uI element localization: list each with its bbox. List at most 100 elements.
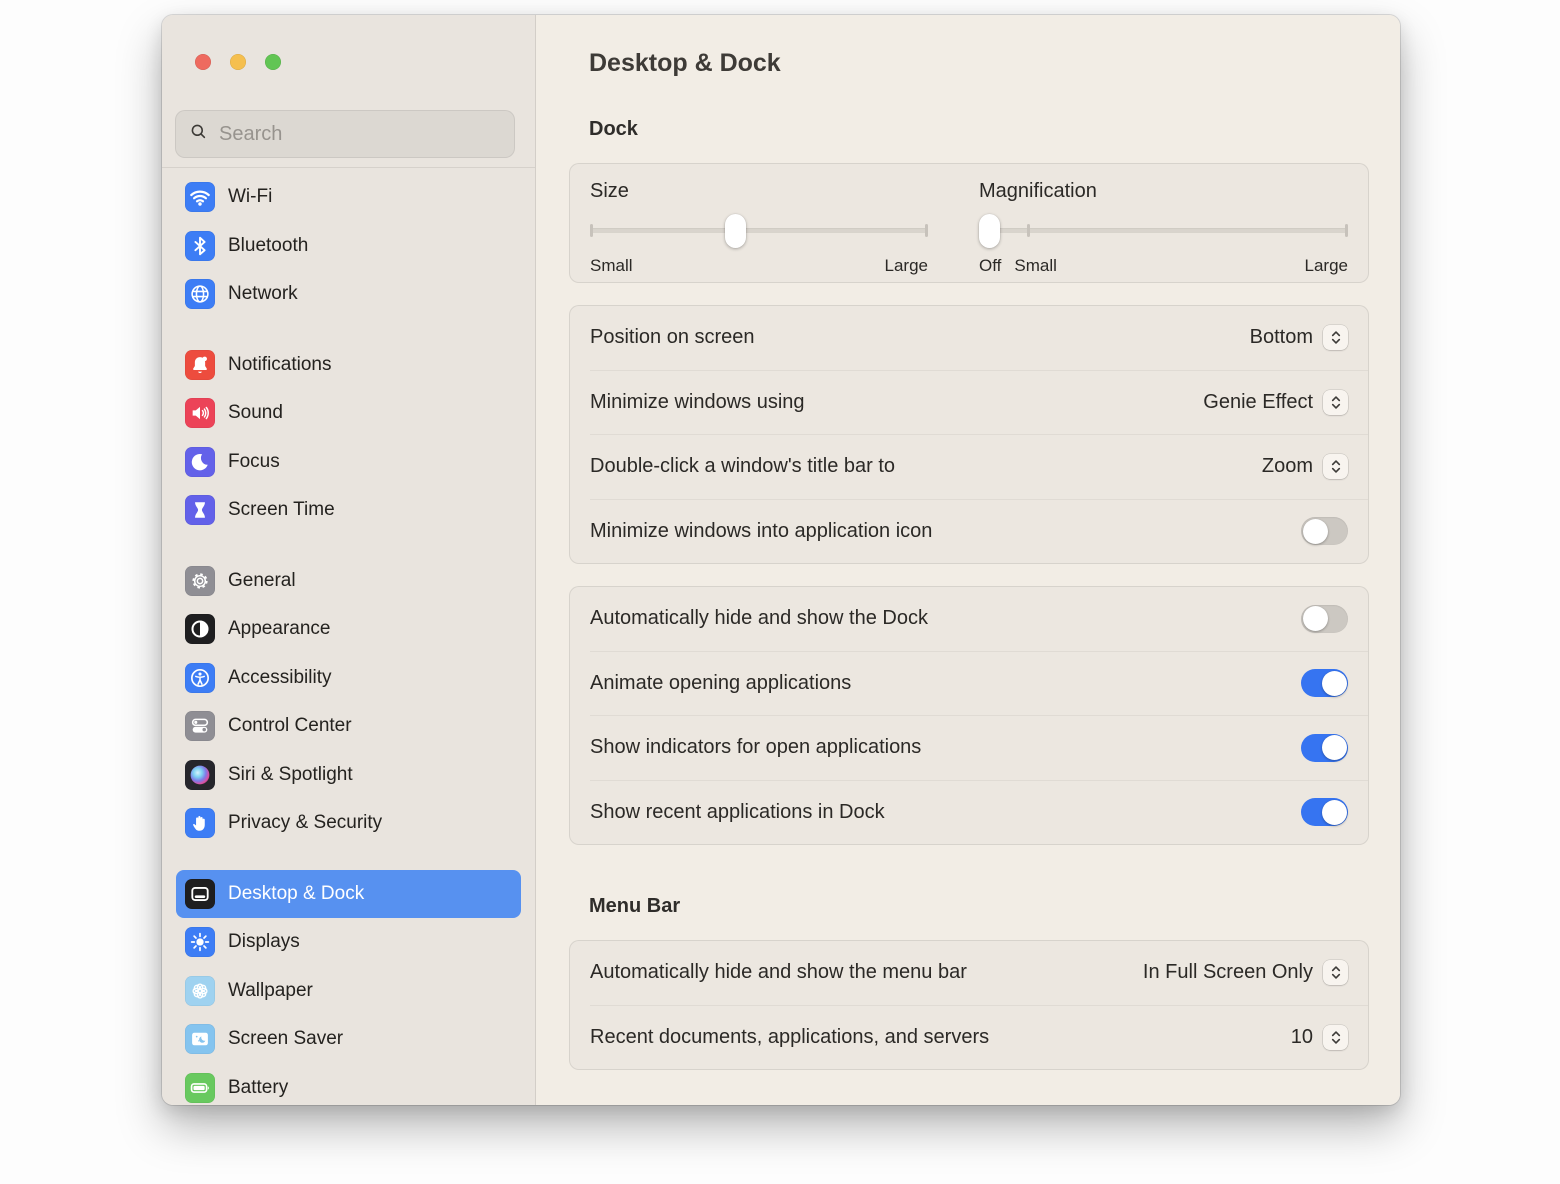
sidebar-group: Wi-Fi BluetoothNetwork [176,173,521,319]
sidebar-item-sound[interactable]: Sound [176,389,521,438]
search-field[interactable] [175,110,515,158]
size-slider-block: Size Small Large [590,179,928,282]
settings-row-minimize-windows-using: Minimize windows using Genie Effect [570,371,1368,435]
magnification-slider-track [979,228,1348,233]
sidebar-item-label: Accessibility [228,667,331,689]
sun-icon [185,927,215,957]
settings-row-minimize-windows-into-application-icon: Minimize windows into application icon [570,500,1368,564]
globe-icon [185,279,215,309]
magnification-slider[interactable] [979,213,1348,249]
toggles-icon [185,711,215,741]
stepper-value: 10 [1291,1026,1313,1049]
magnification-slider-tick-max [1345,224,1348,237]
wifi-icon [185,182,215,212]
sidebar-item-label: Wallpaper [228,980,313,1002]
setting-label: Automatically hide and show the Dock [590,607,928,630]
sidebar-item-label: Focus [228,451,280,473]
sidebar-item-battery[interactable]: Battery [176,1064,521,1106]
sidebar-item-accessibility[interactable]: Accessibility [176,654,521,703]
show-recent-applications-in-dock-toggle[interactable] [1301,798,1348,826]
sidebar-item-network[interactable]: Network [176,270,521,319]
automatically-hide-and-show-the-dock-toggle[interactable] [1301,605,1348,633]
sidebar-item-displays[interactable]: Displays [176,918,521,967]
magnification-off-label: Off [979,256,1001,276]
size-slider-thumb[interactable] [725,214,746,248]
moon-icon [185,447,215,477]
setting-label: Minimize windows using [590,391,805,414]
double-click-a-window-s-title-bar-to-stepper[interactable]: Zoom [1262,454,1348,479]
sidebar-nav: Wi-Fi BluetoothNetwork Notifications Sound F… [162,168,535,1105]
search-input[interactable] [217,122,501,147]
sidebar-item-label: Desktop & Dock [228,883,364,905]
sidebar-item-label: Notifications [228,354,332,376]
recent-documents-applications-and-servers-stepper[interactable]: 10 [1291,1025,1348,1050]
setting-label: Minimize windows into application icon [590,520,932,543]
show-indicators-for-open-applications-toggle[interactable] [1301,734,1348,762]
settings-row-position-on-screen: Position on screen Bottom [570,306,1368,370]
dock-toggles-group: Automatically hide and show the Dock Anim… [569,586,1369,845]
minimize-button[interactable] [230,54,246,70]
sidebar-item-label: General [228,570,296,592]
stepper-chevrons-icon[interactable] [1323,454,1348,479]
minimize-windows-into-application-icon-toggle[interactable] [1301,517,1348,545]
sidebar-item-screen-saver[interactable]: Screen Saver [176,1015,521,1064]
dock-section-header: Dock [589,117,1400,141]
magnification-slider-label: Magnification [979,179,1348,203]
sidebar-item-screen-time[interactable]: Screen Time [176,486,521,535]
setting-label: Animate opening applications [590,672,851,695]
sidebar-item-control-center[interactable]: Control Center [176,702,521,751]
automatically-hide-and-show-the-menu-bar-stepper[interactable]: In Full Screen Only [1143,960,1348,985]
sidebar-item-label: Screen Saver [228,1028,343,1050]
sidebar-item-notifications[interactable]: Notifications [176,341,521,390]
sidebar-item-siri-spotlight[interactable]: Siri & Spotlight [176,751,521,800]
toggle-knob [1322,671,1347,696]
sidebar-item-bluetooth[interactable]: Bluetooth [176,222,521,271]
magnification-min-label: Small [1014,256,1057,276]
position-on-screen-stepper[interactable]: Bottom [1250,325,1348,350]
sidebar-item-wallpaper[interactable]: Wallpaper [176,967,521,1016]
sidebar-item-privacy-security[interactable]: Privacy & Security [176,799,521,848]
setting-label: Position on screen [590,326,755,349]
sidebar-item-general[interactable]: General [176,557,521,606]
magnification-slider-thumb[interactable] [979,214,1000,248]
main-panel: Desktop & Dock Dock Size Small Large Mag… [536,15,1400,1105]
sidebar-item-wi-fi[interactable]: Wi-Fi [176,173,521,222]
settings-row-recent-documents-applications-and-servers: Recent documents, applications, and serv… [570,1006,1368,1070]
minimize-windows-using-stepper[interactable]: Genie Effect [1203,390,1348,415]
gear-icon [185,566,215,596]
toggle-knob [1322,735,1347,760]
sidebar: Wi-Fi BluetoothNetwork Notifications Sound F… [162,15,536,1105]
stepper-value: Genie Effect [1203,391,1313,414]
sidebar-item-label: Privacy & Security [228,812,382,834]
menu-bar-section-header: Menu Bar [589,894,1400,918]
sidebar-item-appearance[interactable]: Appearance [176,605,521,654]
hourglass-icon [185,495,215,525]
size-slider[interactable] [590,213,928,249]
stepper-chevrons-icon[interactable] [1323,960,1348,985]
size-min-label: Small [590,256,633,276]
toggle-knob [1303,606,1328,631]
size-slider-track [590,228,928,233]
battery-icon [185,1073,215,1103]
magnification-slider-tick-small [1027,224,1030,237]
animate-opening-applications-toggle[interactable] [1301,669,1348,697]
zoom-button[interactable] [265,54,281,70]
sidebar-item-label: Wi-Fi [228,186,272,208]
stepper-chevrons-icon[interactable] [1323,1025,1348,1050]
size-slider-labels: Small Large [590,256,928,276]
sidebar-item-focus[interactable]: Focus [176,438,521,487]
sidebar-item-desktop-dock[interactable]: Desktop & Dock [176,870,521,919]
stepper-chevrons-icon[interactable] [1323,325,1348,350]
search-icon [189,122,208,146]
hand-icon [185,808,215,838]
stepper-chevrons-icon[interactable] [1323,390,1348,415]
magnification-max-label: Large [1305,256,1348,276]
toggle-knob [1322,800,1347,825]
close-button[interactable] [195,54,211,70]
sidebar-item-label: Displays [228,931,300,953]
size-slider-tick-max [925,224,928,237]
sidebar-group: Notifications Sound Focus Screen Time [176,341,521,535]
dock-icon [185,879,215,909]
magnification-slider-labels: Off Small Large [979,256,1348,276]
settings-row-animate-opening-applications: Animate opening applications [570,652,1368,716]
